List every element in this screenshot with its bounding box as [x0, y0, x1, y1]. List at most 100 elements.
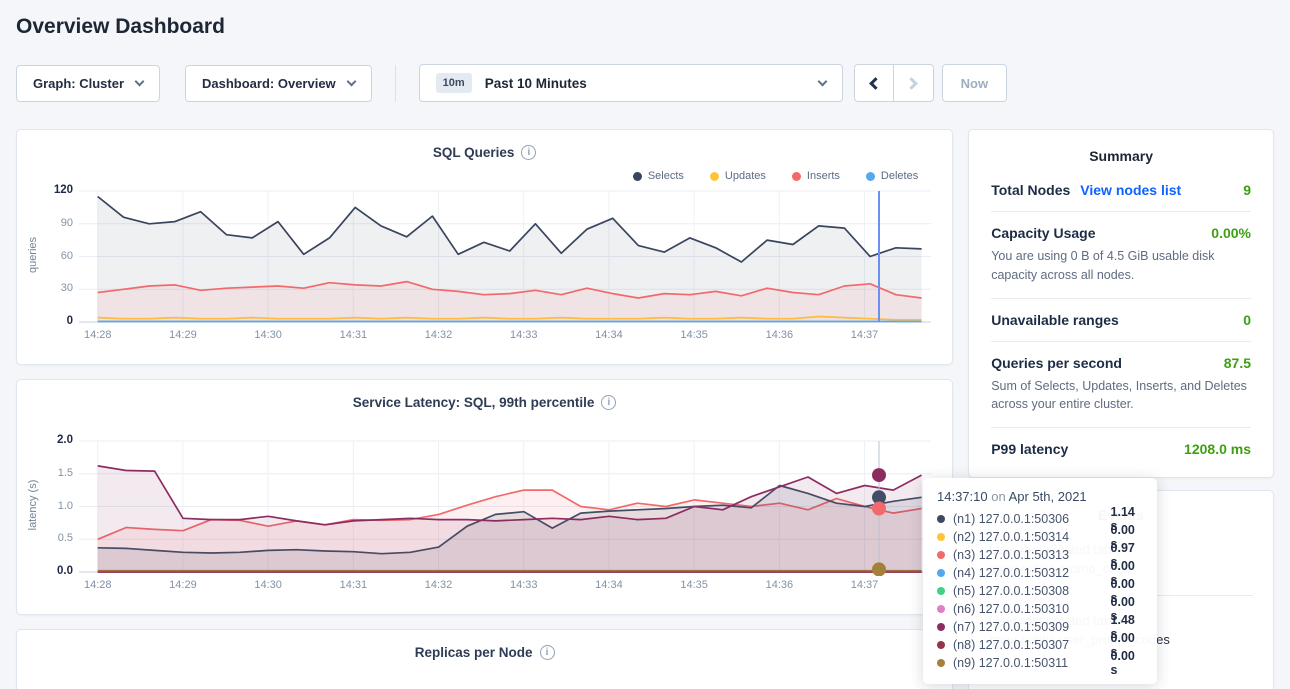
dashboard-dropdown-label: Dashboard: Overview [202, 76, 336, 91]
divider [991, 341, 1251, 342]
p99-latency-value: 1208.0 ms [1184, 441, 1251, 457]
charts-column: SQL Queries Selects Updates Inserts Deletes… [16, 129, 953, 689]
x-axis-tick: 14:33 [502, 329, 546, 341]
chevron-down-icon [346, 76, 356, 86]
node-address: (n3) 127.0.0.1:50313 [953, 548, 1103, 562]
node-address: (n2) 127.0.0.1:50314 [953, 530, 1103, 544]
x-axis-tick: 14:36 [757, 329, 801, 341]
legend-label: Deletes [881, 170, 918, 182]
node-color-dot-icon [937, 587, 945, 595]
replicas-per-node-title: Replicas per Node [415, 645, 533, 660]
node-address: (n7) 127.0.0.1:50309 [953, 620, 1103, 634]
service-latency-title: Service Latency: SQL, 99th percentile [353, 395, 595, 410]
time-range-selector[interactable]: 10m Past 10 Minutes [419, 64, 843, 102]
graph-dropdown[interactable]: Graph: Cluster [16, 65, 160, 102]
summary-panel: Summary Total Nodes View nodes list 9 Ca… [968, 129, 1274, 478]
x-axis-tick: 14:35 [672, 579, 716, 591]
sql-queries-card: SQL Queries Selects Updates Inserts Deletes… [16, 129, 953, 365]
graph-dropdown-label: Graph: Cluster [33, 76, 124, 91]
y-axis-label: queries [27, 195, 39, 315]
divider [395, 65, 396, 102]
divider [991, 211, 1251, 212]
sql-queries-chart[interactable]: 030609012014:2814:2914:3014:3114:3214:33… [17, 186, 952, 350]
x-axis-tick: 14:30 [246, 579, 290, 591]
now-button[interactable]: Now [942, 64, 1007, 102]
time-prev-button[interactable] [854, 64, 894, 102]
chevron-down-icon [135, 76, 145, 86]
y-axis-tick: 0.0 [25, 565, 73, 577]
capacity-usage-desc: You are using 0 B of 4.5 GiB usable disk… [991, 247, 1251, 285]
chevron-down-icon [817, 76, 827, 86]
info-icon[interactable] [521, 145, 536, 160]
node-color-dot-icon [937, 623, 945, 631]
total-nodes-value: 9 [1243, 182, 1251, 198]
legend-dot-icon [633, 172, 642, 181]
node-latency-value: 0.00 s [1111, 649, 1143, 677]
x-axis-tick: 14:35 [672, 329, 716, 341]
node-color-dot-icon [937, 569, 945, 577]
chart-plot-area[interactable] [79, 186, 931, 326]
unavailable-ranges-label: Unavailable ranges [991, 312, 1119, 328]
legend-dot-icon [710, 172, 719, 181]
x-axis-tick: 14:32 [417, 579, 461, 591]
node-address: (n1) 127.0.0.1:50306 [953, 512, 1103, 526]
node-color-dot-icon [937, 659, 945, 667]
legend-dot-icon [866, 172, 875, 181]
x-axis-tick: 14:31 [331, 579, 375, 591]
x-axis-tick: 14:28 [76, 329, 120, 341]
x-axis-tick: 14:29 [161, 329, 205, 341]
qps-desc: Sum of Selects, Updates, Inserts, and De… [991, 377, 1251, 415]
sql-queries-title: SQL Queries [433, 145, 515, 160]
legend-dot-icon [792, 172, 801, 181]
x-axis-tick: 14:31 [331, 329, 375, 341]
x-axis-tick: 14:30 [246, 329, 290, 341]
dashboard-dropdown[interactable]: Dashboard: Overview [185, 65, 372, 102]
node-color-dot-icon [937, 605, 945, 613]
x-axis-tick: 14:37 [843, 579, 887, 591]
x-axis-tick: 14:29 [161, 579, 205, 591]
sql-queries-legend: Selects Updates Inserts Deletes [51, 168, 918, 184]
legend-item-selects[interactable]: Selects [633, 168, 684, 184]
time-range-badge: 10m [436, 73, 472, 93]
node-address: (n4) 127.0.0.1:50312 [953, 566, 1103, 580]
info-icon[interactable] [601, 395, 616, 410]
controls-bar: Graph: Cluster Dashboard: Overview 10m P… [0, 64, 1290, 102]
qps-value: 87.5 [1224, 355, 1251, 371]
node-color-dot-icon [937, 551, 945, 559]
total-nodes-label: Total Nodes [991, 182, 1070, 198]
y-axis-tick: 0 [25, 315, 73, 327]
qps-label: Queries per second [991, 355, 1122, 371]
x-axis-tick: 14:28 [76, 579, 120, 591]
legend-label: Selects [648, 170, 684, 182]
node-color-dot-icon [937, 515, 945, 523]
x-axis-tick: 14:34 [587, 329, 631, 341]
x-axis-tick: 14:32 [417, 329, 461, 341]
time-step-buttons [854, 64, 934, 102]
chevron-right-icon [905, 77, 918, 90]
x-axis-tick: 14:33 [502, 579, 546, 591]
legend-item-updates[interactable]: Updates [710, 168, 766, 184]
unavailable-ranges-value: 0 [1243, 312, 1251, 328]
chart-plot-area[interactable] [79, 436, 931, 576]
divider [991, 427, 1251, 428]
node-address: (n9) 127.0.0.1:50311 [953, 656, 1103, 670]
service-latency-chart[interactable]: 0.00.51.01.52.014:2814:2914:3014:3114:32… [17, 436, 952, 600]
tooltip-timestamp: 14:37:10 on Apr 5th, 2021 [937, 489, 1143, 504]
time-next-button[interactable] [894, 64, 934, 102]
node-color-dot-icon [937, 533, 945, 541]
page-title: Overview Dashboard [0, 0, 1290, 64]
capacity-usage-value: 0.00% [1211, 225, 1251, 241]
node-color-dot-icon [937, 641, 945, 649]
x-axis-tick: 14:37 [843, 329, 887, 341]
legend-label: Inserts [807, 170, 840, 182]
replicas-per-node-card: Replicas per Node [16, 629, 953, 689]
x-axis-tick: 14:34 [587, 579, 631, 591]
legend-item-deletes[interactable]: Deletes [866, 168, 918, 184]
tooltip-node-row: (n9) 127.0.0.1:503110.00 s [937, 654, 1143, 672]
legend-item-inserts[interactable]: Inserts [792, 168, 840, 184]
node-address: (n5) 127.0.0.1:50308 [953, 584, 1103, 598]
capacity-usage-label: Capacity Usage [991, 225, 1095, 241]
info-icon[interactable] [540, 645, 555, 660]
view-nodes-list-link[interactable]: View nodes list [1080, 182, 1181, 198]
legend-label: Updates [725, 170, 766, 182]
